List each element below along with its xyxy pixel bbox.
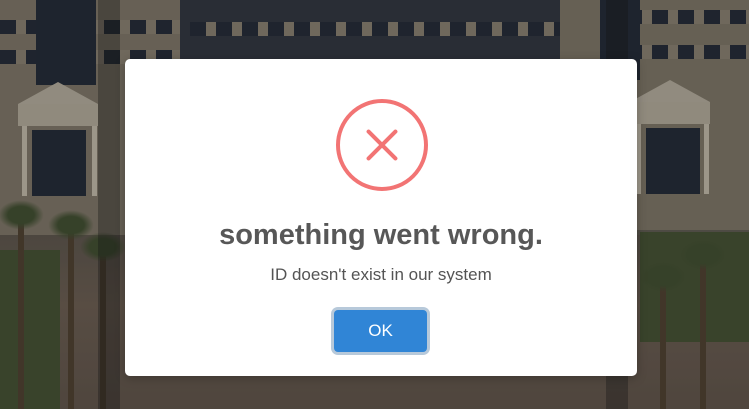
- error-dialog: something went wrong. ID doesn't exist i…: [125, 59, 637, 376]
- error-x-icon: [336, 99, 428, 191]
- dialog-message: ID doesn't exist in our system: [270, 265, 492, 284]
- ok-button[interactable]: OK: [334, 310, 427, 352]
- dialog-title: something went wrong.: [219, 219, 543, 251]
- page-background: something went wrong. ID doesn't exist i…: [0, 0, 749, 409]
